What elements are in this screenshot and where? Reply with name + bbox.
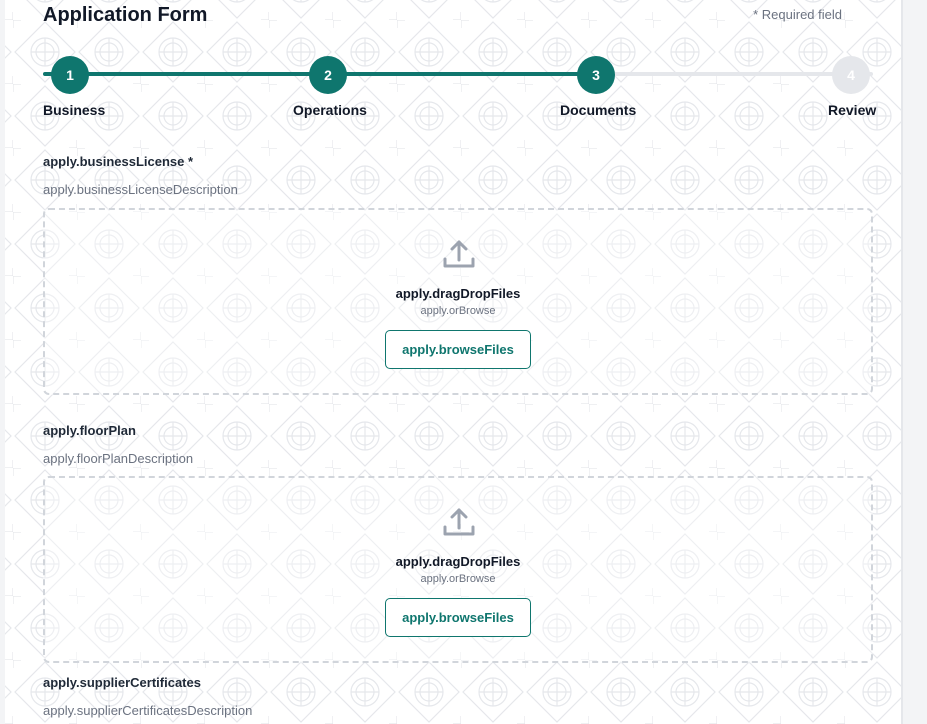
business-license-label: apply.businessLicense * bbox=[43, 154, 194, 169]
floor-plan-label: apply.floorPlan bbox=[43, 423, 136, 438]
application-form-card: Application Form * Required field 1 2 3 … bbox=[5, 0, 901, 724]
floor-plan-description: apply.floorPlanDescription bbox=[43, 451, 194, 466]
step-4-label: Review bbox=[828, 102, 877, 118]
step-3-number: 3 bbox=[592, 67, 600, 83]
supplier-certificates-label: apply.supplierCertificates bbox=[43, 675, 201, 690]
business-license-dropzone[interactable]: apply.dragDropFiles apply.orBrowse apply… bbox=[43, 208, 873, 395]
step-2-indicator[interactable]: 2 bbox=[309, 56, 347, 94]
required-field-note: * Required field bbox=[753, 7, 842, 22]
card-edge bbox=[901, 0, 903, 724]
step-1-indicator[interactable]: 1 bbox=[51, 56, 89, 94]
form-title: Application Form bbox=[43, 4, 208, 26]
supplier-certificates-description: apply.supplierCertificatesDescription bbox=[43, 703, 253, 718]
drag-drop-title: apply.dragDropFiles bbox=[395, 554, 521, 569]
floor-plan-browse-button[interactable]: apply.browseFiles bbox=[385, 598, 531, 637]
step-2-number: 2 bbox=[324, 67, 332, 83]
step-2-label: Operations bbox=[293, 102, 367, 118]
drag-drop-title: apply.dragDropFiles bbox=[395, 286, 521, 301]
step-4-number: 4 bbox=[847, 67, 855, 83]
floor-plan-dropzone[interactable]: apply.dragDropFiles apply.orBrowse apply… bbox=[43, 476, 873, 663]
step-4-indicator[interactable]: 4 bbox=[832, 56, 870, 94]
business-license-browse-button[interactable]: apply.browseFiles bbox=[385, 330, 531, 369]
step-3-label: Documents bbox=[560, 102, 637, 118]
business-license-description: apply.businessLicenseDescription bbox=[43, 182, 238, 197]
step-3-indicator[interactable]: 3 bbox=[577, 56, 615, 94]
or-browse-text: apply.orBrowse bbox=[420, 573, 496, 585]
step-1-number: 1 bbox=[66, 67, 74, 83]
step-1-label: Business bbox=[43, 102, 106, 118]
upload-icon bbox=[443, 508, 475, 536]
or-browse-text: apply.orBrowse bbox=[420, 305, 496, 317]
upload-icon bbox=[443, 240, 475, 268]
